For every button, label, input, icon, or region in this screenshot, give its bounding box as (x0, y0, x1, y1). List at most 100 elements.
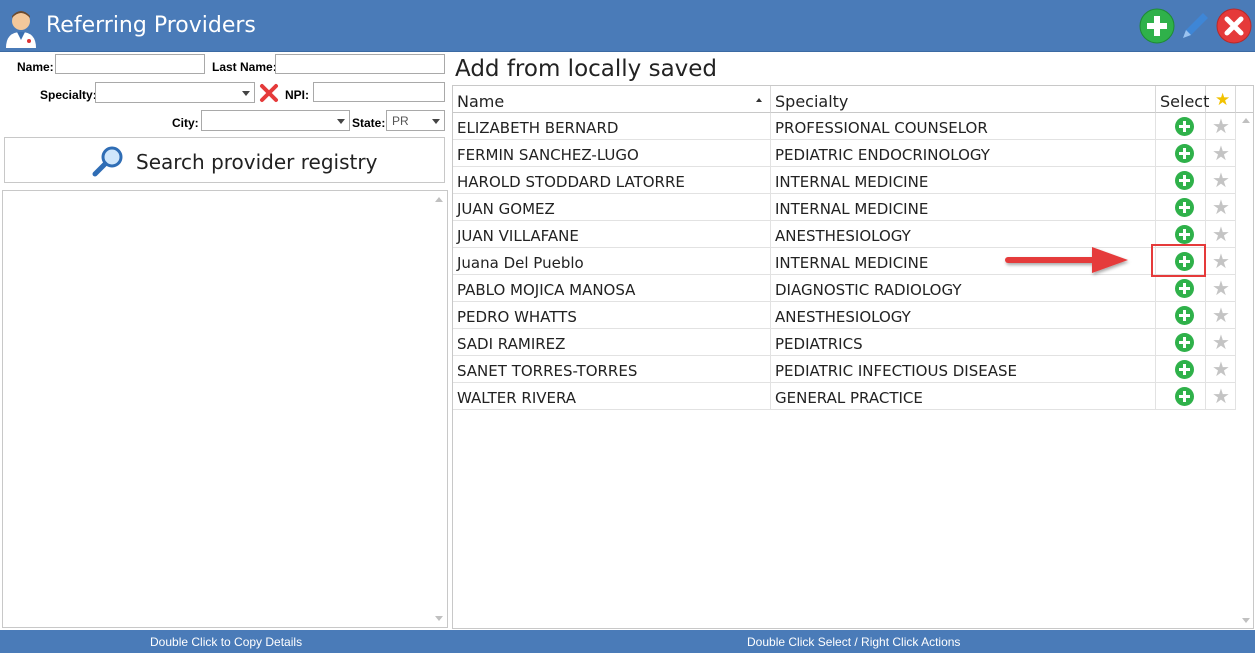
add-circle-icon[interactable] (1175, 387, 1194, 406)
annotation-arrow (1005, 247, 1128, 273)
select-cell (1156, 383, 1206, 410)
column-header-select[interactable]: Select (1156, 86, 1209, 113)
favorite-cell: ★ (1206, 248, 1236, 275)
add-circle-icon[interactable] (1175, 144, 1194, 163)
favorite-cell: ★ (1206, 167, 1236, 194)
search-button-label: Search provider registry (136, 150, 378, 174)
favorite-star-icon[interactable]: ★ (1212, 115, 1230, 137)
provider-name: FERMIN SANCHEZ-LUGO (453, 140, 771, 167)
add-provider-button[interactable] (1139, 8, 1175, 44)
chevron-down-icon (432, 119, 440, 124)
table-row[interactable]: FERMIN SANCHEZ-LUGO PEDIATRIC ENDOCRINOLO… (453, 140, 1236, 167)
search-panel: Name: Last Name: Specialty: NPI: City: S… (0, 52, 449, 630)
provider-specialty: GENERAL PRACTICE (771, 383, 1156, 410)
close-window-button[interactable] (1216, 8, 1252, 44)
select-cell (1156, 356, 1206, 383)
table-row[interactable]: WALTER RIVERA GENERAL PRACTICE ★ (453, 383, 1236, 410)
table-row[interactable]: JUAN GOMEZ INTERNAL MEDICINE ★ (453, 194, 1236, 221)
scroll-up-icon[interactable] (435, 197, 443, 202)
npi-input[interactable] (313, 82, 445, 102)
search-provider-registry-button[interactable]: Search provider registry (4, 137, 445, 183)
providers-grid[interactable]: Name Specialty Select ★ ELIZABETH BERNAR… (452, 85, 1254, 629)
favorite-cell: ★ (1206, 302, 1236, 329)
provider-name: WALTER RIVERA (453, 383, 771, 410)
favorite-cell: ★ (1206, 329, 1236, 356)
column-header-specialty[interactable]: Specialty (771, 86, 1156, 113)
results-scrollbar[interactable] (432, 192, 446, 626)
annotation-highlight-box (1151, 244, 1206, 277)
state-select[interactable]: PR (386, 110, 445, 131)
header-spacer (1236, 86, 1253, 113)
favorite-star-icon[interactable]: ★ (1212, 331, 1230, 353)
provider-avatar-icon (6, 11, 36, 48)
favorite-cell: ★ (1206, 221, 1236, 248)
select-cell (1156, 167, 1206, 194)
provider-specialty: PROFESSIONAL COUNSELOR (771, 113, 1156, 140)
table-row[interactable]: HAROLD STODDARD LATORRE INTERNAL MEDICINE… (453, 167, 1236, 194)
provider-specialty: ANESTHESIOLOGY (771, 302, 1156, 329)
provider-name: JUAN GOMEZ (453, 194, 771, 221)
select-cell (1156, 275, 1206, 302)
add-circle-icon[interactable] (1175, 117, 1194, 136)
title-bar: Referring Providers (0, 0, 1255, 52)
select-cell (1156, 140, 1206, 167)
select-cell (1156, 302, 1206, 329)
state-label: State: (352, 116, 386, 130)
favorite-star-icon[interactable]: ★ (1212, 142, 1230, 164)
favorite-star-icon[interactable]: ★ (1212, 250, 1230, 272)
favorite-star-icon[interactable]: ★ (1212, 304, 1230, 326)
favorite-cell: ★ (1206, 356, 1236, 383)
chevron-down-icon (242, 91, 250, 96)
column-header-favorite[interactable]: ★ (1206, 86, 1236, 113)
last-name-input[interactable] (275, 54, 445, 74)
status-bar: Double Click to Copy Details Double Clic… (0, 630, 1255, 653)
favorite-cell: ★ (1206, 140, 1236, 167)
table-row[interactable]: ELIZABETH BERNARD PROFESSIONAL COUNSELOR ★ (453, 113, 1236, 140)
favorite-star-icon[interactable]: ★ (1212, 277, 1230, 299)
chevron-down-icon (337, 119, 345, 124)
name-input[interactable] (55, 54, 205, 74)
provider-specialty: PEDIATRIC ENDOCRINOLOGY (771, 140, 1156, 167)
favorite-star-icon[interactable]: ★ (1212, 196, 1230, 218)
add-circle-icon[interactable] (1175, 279, 1194, 298)
favorite-cell: ★ (1206, 383, 1236, 410)
add-circle-icon[interactable] (1175, 198, 1194, 217)
provider-name: HAROLD STODDARD LATORRE (453, 167, 771, 194)
favorite-star-icon[interactable]: ★ (1212, 385, 1230, 407)
magnifier-icon (92, 146, 123, 177)
specialty-select[interactable] (95, 82, 255, 103)
provider-specialty: DIAGNOSTIC RADIOLOGY (771, 275, 1156, 302)
column-header-name[interactable]: Name (453, 86, 771, 113)
favorite-star-icon[interactable]: ★ (1212, 223, 1230, 245)
registry-results-list[interactable] (2, 190, 448, 628)
grid-scrollbar[interactable] (1238, 113, 1253, 628)
section-title: Add from locally saved (455, 56, 718, 82)
add-circle-icon[interactable] (1175, 360, 1194, 379)
add-circle-icon[interactable] (1175, 306, 1194, 325)
scroll-down-icon[interactable] (1242, 618, 1250, 623)
add-circle-icon[interactable] (1175, 171, 1194, 190)
clear-specialty-icon[interactable] (259, 83, 279, 103)
table-row[interactable]: SADI RAMIREZ PEDIATRICS ★ (453, 329, 1236, 356)
add-circle-icon[interactable] (1175, 333, 1194, 352)
table-row[interactable]: PEDRO WHATTS ANESTHESIOLOGY ★ (453, 302, 1236, 329)
provider-specialty: PEDIATRIC INFECTIOUS DISEASE (771, 356, 1156, 383)
favorite-star-icon[interactable]: ★ (1212, 169, 1230, 191)
select-cell (1156, 329, 1206, 356)
favorite-star-icon[interactable]: ★ (1212, 358, 1230, 380)
provider-name: ELIZABETH BERNARD (453, 113, 771, 140)
star-icon: ★ (1215, 90, 1231, 110)
scroll-down-icon[interactable] (435, 616, 443, 621)
status-right: Double Click Select / Right Click Action… (747, 635, 961, 649)
table-row[interactable]: PABLO MOJICA MANOSA DIAGNOSTIC RADIOLOGY ★ (453, 275, 1236, 302)
provider-name: SANET TORRES-TORRES (453, 356, 771, 383)
edit-pencil-button[interactable] (1177, 8, 1213, 44)
city-select[interactable] (201, 110, 350, 131)
scroll-up-icon[interactable] (1242, 118, 1250, 123)
add-circle-icon[interactable] (1175, 225, 1194, 244)
favorite-cell: ★ (1206, 113, 1236, 140)
favorite-cell: ★ (1206, 275, 1236, 302)
provider-name: PEDRO WHATTS (453, 302, 771, 329)
status-left: Double Click to Copy Details (150, 635, 303, 649)
table-row[interactable]: SANET TORRES-TORRES PEDIATRIC INFECTIOUS … (453, 356, 1236, 383)
